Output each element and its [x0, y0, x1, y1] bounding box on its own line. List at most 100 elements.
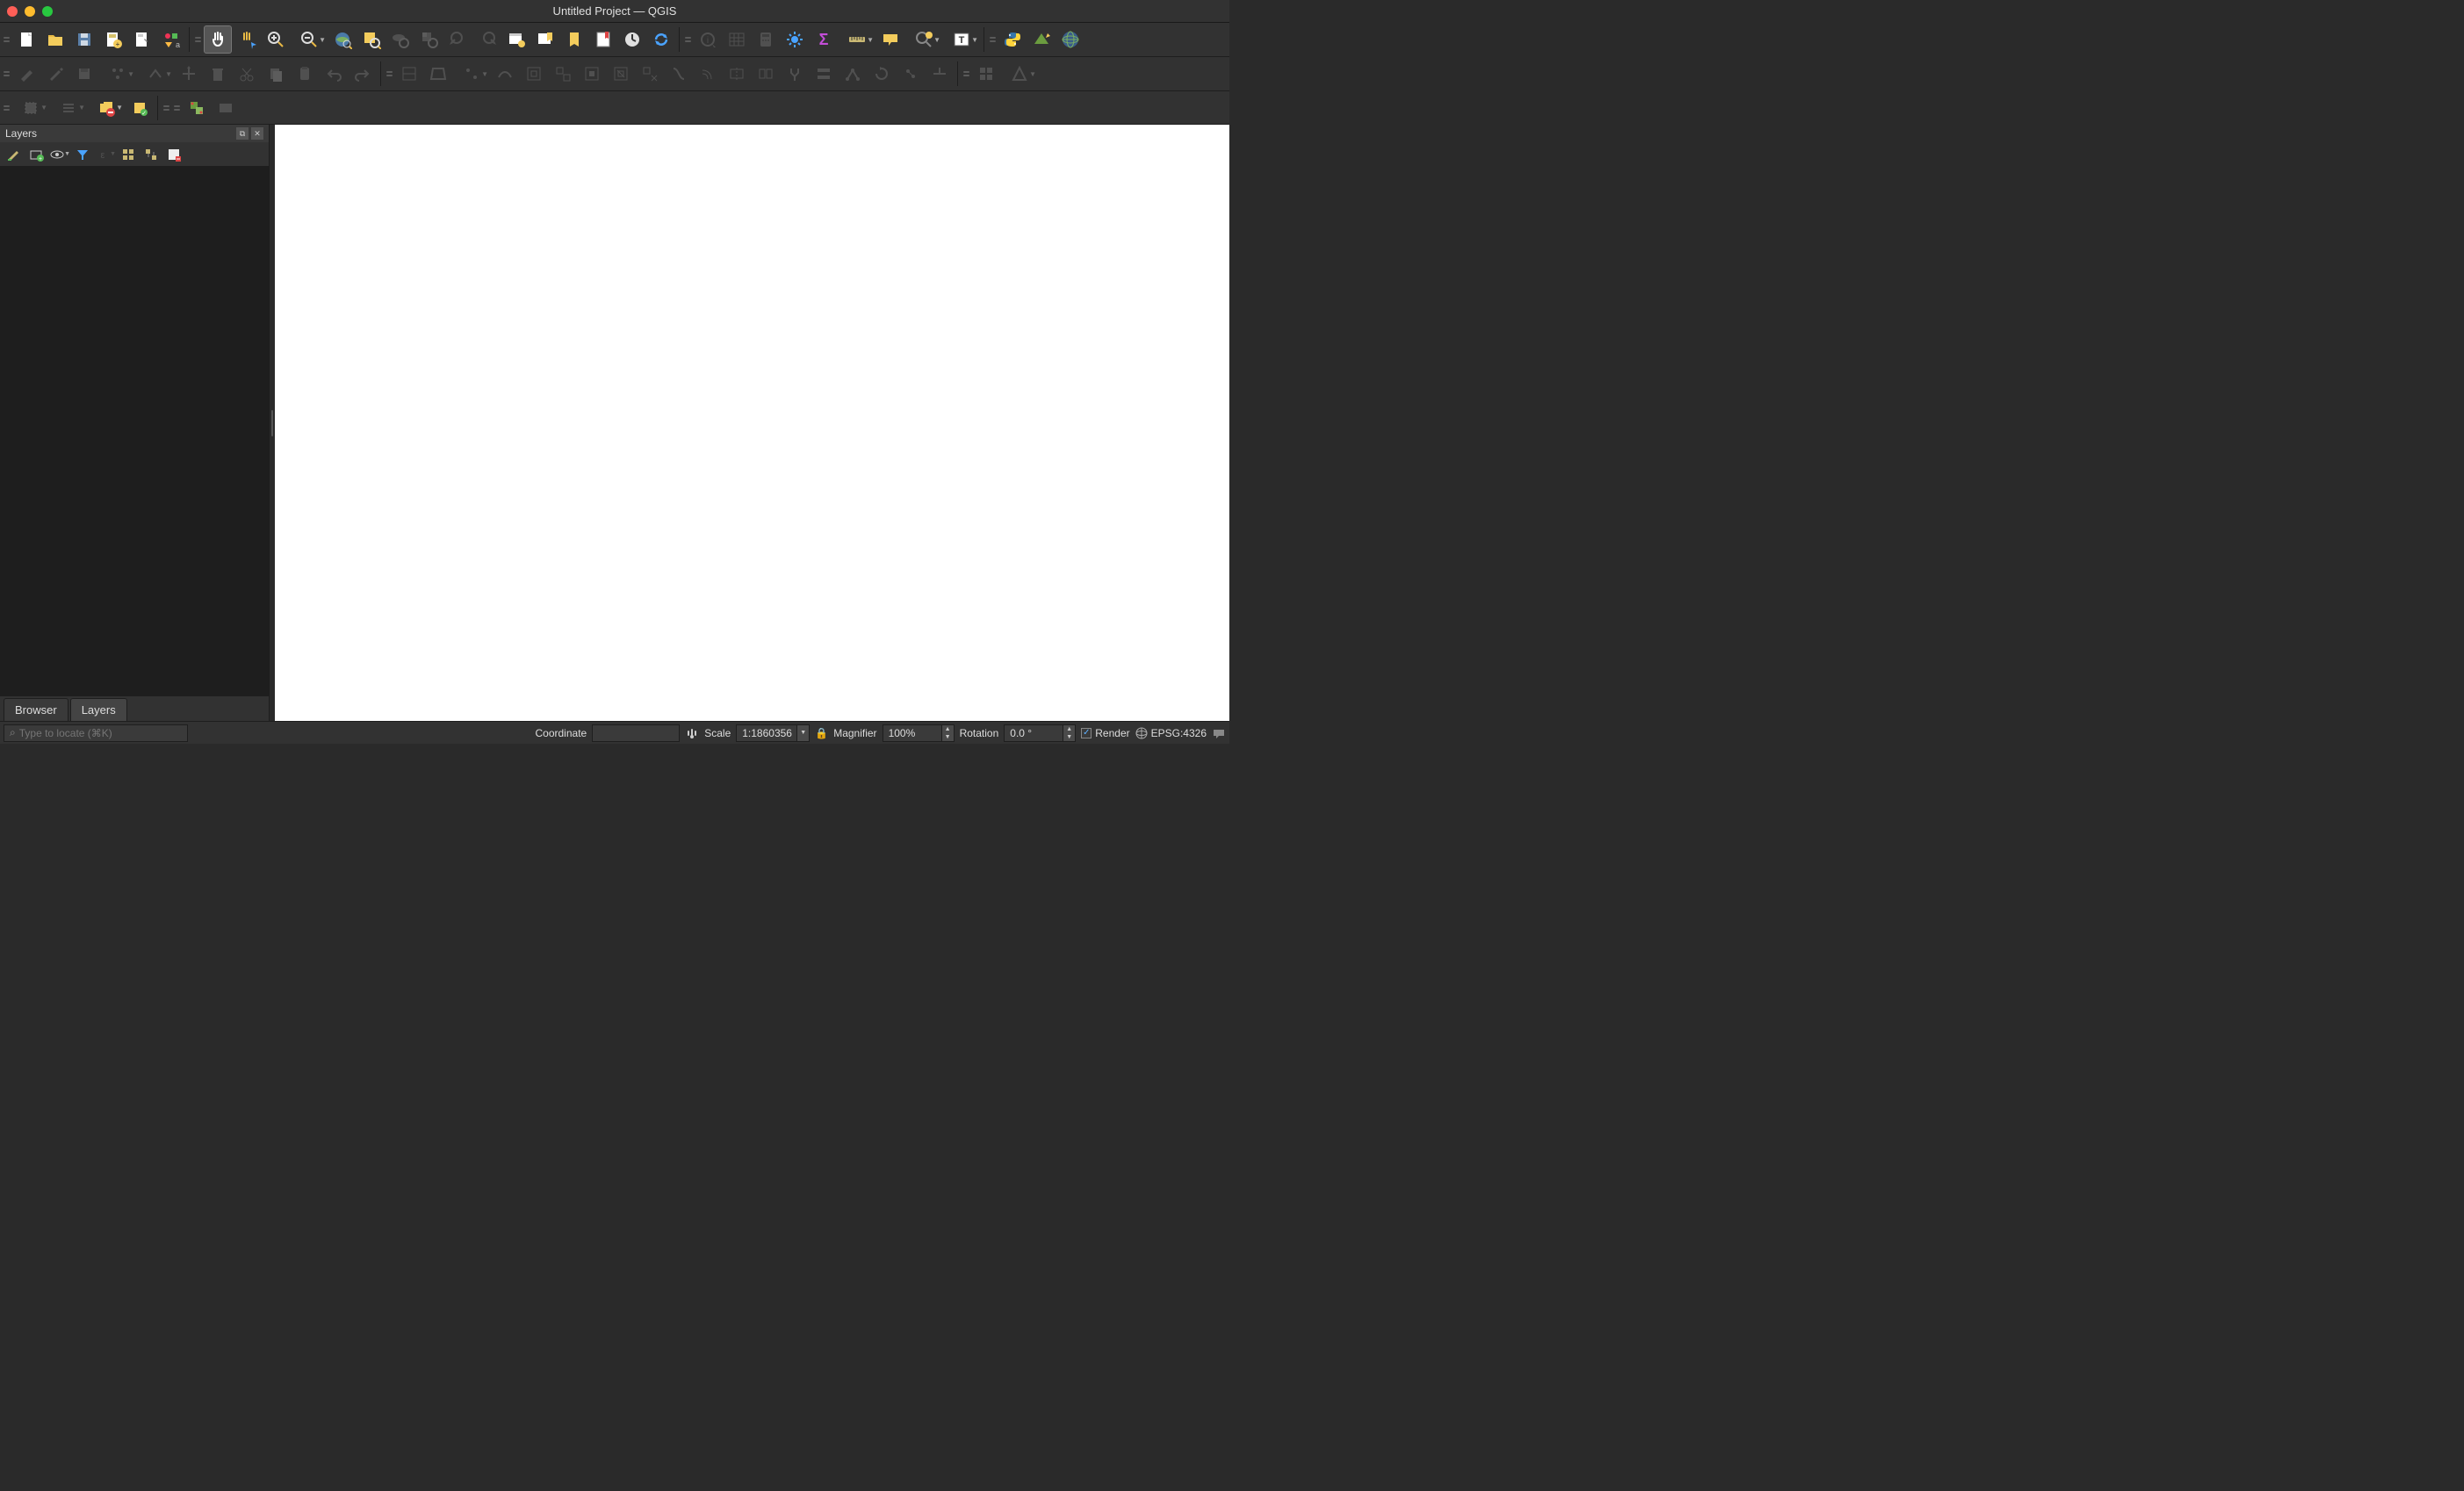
toolbar-grip[interactable] — [195, 29, 201, 50]
temporal-controller-button[interactable] — [618, 25, 646, 54]
split-features-button — [723, 60, 751, 88]
filter-legend-button[interactable] — [72, 144, 93, 165]
measure-button[interactable]: ▼ — [839, 25, 875, 54]
svg-text:i: i — [707, 36, 709, 46]
metasearch-button[interactable] — [1056, 25, 1084, 54]
remove-layer-button[interactable] — [163, 144, 184, 165]
zoom-next-button — [473, 25, 501, 54]
locator-input[interactable] — [19, 727, 182, 739]
open-project-button[interactable] — [41, 25, 69, 54]
text-annotation-button[interactable]: ▼ — [905, 25, 942, 54]
scale-dropdown-button[interactable]: ▼ — [797, 724, 810, 742]
select-by-value-button: ▼ — [50, 94, 87, 122]
scale-input[interactable]: 1:1860356 — [736, 724, 797, 742]
crs-button[interactable]: EPSG:4326 — [1135, 727, 1207, 739]
magnifier-input[interactable]: 100% — [883, 724, 942, 742]
status-bar: ⌕ Coordinate Scale 1:1860356 ▼ 🔒 Magnifi… — [0, 721, 1229, 744]
toolbar-grip[interactable] — [4, 63, 10, 84]
show-spatial-bookmarks-button[interactable] — [560, 25, 588, 54]
deselect-all-button[interactable]: ▼ — [88, 94, 125, 122]
digitize-with-curve-button: ▼ — [137, 60, 174, 88]
layers-tree[interactable] — [0, 167, 269, 696]
toolbar-grip[interactable] — [963, 63, 969, 84]
pan-to-selection-button[interactable] — [233, 25, 261, 54]
rotate-feature-button: ▼ — [453, 60, 490, 88]
new-map-view-button[interactable] — [502, 25, 530, 54]
toolbar-grip[interactable] — [990, 29, 996, 50]
window-zoom-button[interactable] — [42, 6, 53, 17]
coordinate-label: Coordinate — [536, 727, 587, 739]
show-bookmarks-dropdown-button[interactable] — [589, 25, 617, 54]
toolbar-grip[interactable] — [174, 97, 180, 119]
save-project-button[interactable] — [70, 25, 98, 54]
copy-features-button — [262, 60, 290, 88]
python-console-button[interactable] — [998, 25, 1027, 54]
new-spatial-bookmark-button[interactable] — [531, 25, 559, 54]
zoom-full-button[interactable] — [328, 25, 357, 54]
locator-bar[interactable]: ⌕ — [4, 724, 188, 742]
zoom-out-button[interactable]: ▼ — [291, 25, 328, 54]
select-features-button: ▼ — [12, 94, 49, 122]
delete-selected-button — [204, 60, 232, 88]
toolbar-grip[interactable] — [685, 29, 691, 50]
lock-scale-icon[interactable]: 🔒 — [815, 727, 828, 739]
plugins-button[interactable] — [1027, 25, 1055, 54]
project-toolbar: + a ▼ i Σ ▼ ▼ T▼ — [0, 23, 1229, 57]
scale-label: Scale — [704, 727, 731, 739]
rotation-input[interactable]: 0.0 ° — [1004, 724, 1063, 742]
paste-features-button — [291, 60, 319, 88]
georeferencer-button[interactable] — [183, 94, 211, 122]
zoom-to-selection-button[interactable] — [357, 25, 385, 54]
refresh-button[interactable] — [647, 25, 675, 54]
move-feature-button — [175, 60, 203, 88]
add-part-button — [549, 60, 577, 88]
window-minimize-button[interactable] — [25, 6, 35, 17]
layers-panel-toolbar: + ▼ ε▼ — [0, 142, 269, 167]
map-tips-button[interactable] — [876, 25, 904, 54]
statistical-summary-button[interactable]: Σ — [810, 25, 838, 54]
render-checkbox[interactable]: ✓ Render — [1081, 727, 1129, 739]
rotation-stepper[interactable]: ▲▼ — [1063, 724, 1076, 742]
toolbar-grip[interactable] — [163, 97, 169, 119]
merge-features-button — [781, 60, 809, 88]
style-manager-button[interactable]: a — [157, 25, 185, 54]
window-close-button[interactable] — [7, 6, 18, 17]
new-project-button[interactable] — [12, 25, 40, 54]
zoom-in-button[interactable] — [262, 25, 290, 54]
coordinate-input[interactable] — [592, 724, 680, 742]
collapse-all-button[interactable] — [140, 144, 162, 165]
magnifier-stepper[interactable]: ▲▼ — [942, 724, 955, 742]
split-parts-button — [752, 60, 780, 88]
pan-map-button[interactable] — [204, 25, 232, 54]
window-title: Untitled Project — QGIS — [553, 4, 677, 18]
render-label: Render — [1095, 727, 1129, 739]
new-annotation-layer-button[interactable]: T▼ — [943, 25, 980, 54]
svg-text:T: T — [959, 35, 965, 46]
magnifier-label: Magnifier — [833, 727, 876, 739]
add-group-button[interactable]: + — [26, 144, 47, 165]
tab-layers[interactable]: Layers — [70, 698, 127, 721]
filter-by-expression-button: ε▼ — [95, 144, 116, 165]
svg-text:+: + — [39, 156, 42, 162]
expand-all-button[interactable] — [118, 144, 139, 165]
manage-visibility-button[interactable]: ▼ — [49, 144, 70, 165]
new-print-layout-button[interactable]: + — [99, 25, 127, 54]
toggle-extents-icon[interactable] — [685, 726, 699, 740]
redo-button — [349, 60, 377, 88]
panel-undock-button[interactable]: ⧉ — [236, 127, 249, 140]
modify-attributes-button — [972, 60, 1000, 88]
vertex-tool-button — [839, 60, 867, 88]
toolbar-grip[interactable] — [386, 63, 393, 84]
select-all-button[interactable]: ✓ — [126, 94, 154, 122]
open-layer-styling-button[interactable] — [4, 144, 25, 165]
processing-toolbox-button[interactable] — [781, 25, 809, 54]
map-canvas[interactable] — [275, 125, 1229, 721]
open-attribute-table-button — [723, 25, 751, 54]
messages-button[interactable] — [1212, 726, 1226, 740]
tab-browser[interactable]: Browser — [4, 698, 68, 721]
toolbar-grip[interactable] — [4, 29, 10, 50]
identify-button: i — [694, 25, 722, 54]
layout-manager-button[interactable] — [128, 25, 156, 54]
toolbar-grip[interactable] — [4, 97, 10, 119]
panel-close-button[interactable]: ✕ — [251, 127, 263, 140]
